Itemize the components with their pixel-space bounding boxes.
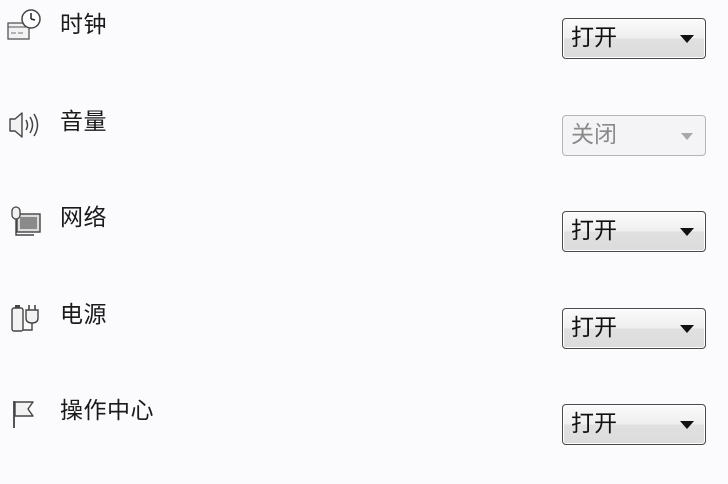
chevron-down-icon [680,35,694,43]
chevron-down-icon [680,228,694,236]
system-icon-row-volume: 音量 关闭 [0,97,728,193]
action-center-label: 操作中心 [60,398,154,424]
action-center-behavior-dropdown[interactable]: 打开 [562,404,706,445]
network-behavior-value: 打开 [571,218,617,244]
power-behavior-dropdown[interactable]: 打开 [562,308,706,349]
chevron-down-icon [680,421,694,429]
action-center-icon [4,392,44,432]
power-behavior-value: 打开 [571,315,617,341]
chevron-down-icon [680,325,694,333]
action-center-behavior-value: 打开 [571,411,617,437]
chevron-down-icon [681,133,693,140]
system-icon-row-action-center: 操作中心 打开 [0,386,728,482]
network-behavior-dropdown[interactable]: 打开 [562,211,706,252]
power-label: 电源 [60,302,107,328]
volume-behavior-value: 关闭 [571,122,617,148]
system-icon-row-network: 网络 打开 [0,193,728,289]
volume-icon [4,103,44,143]
volume-label: 音量 [60,109,107,135]
network-label: 网络 [60,205,107,231]
system-icon-row-power: 电源 打开 [0,290,728,386]
clock-behavior-dropdown[interactable]: 打开 [562,18,706,59]
network-icon [4,199,44,239]
clock-behavior-value: 打开 [571,25,617,51]
clock-icon [4,6,44,46]
power-icon [4,296,44,336]
volume-behavior-dropdown: 关闭 [562,115,706,156]
clock-label: 时钟 [60,12,107,38]
system-icon-row-clock: 时钟 打开 [0,0,728,96]
